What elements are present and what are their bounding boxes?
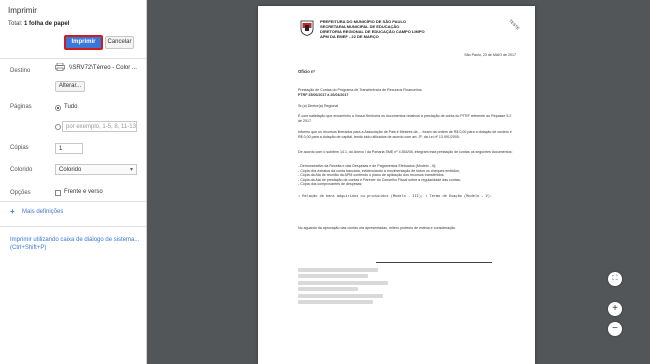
copies-label: Cópias bbox=[10, 145, 29, 151]
redacted-text bbox=[298, 281, 388, 285]
total-label: Total: bbox=[8, 21, 23, 27]
paragraph-2: Informo que os recursos liberados para a… bbox=[298, 130, 512, 139]
print-button[interactable]: Imprimir bbox=[64, 35, 103, 50]
total-value: 1 folha de papel bbox=[24, 21, 70, 27]
options-label: Opções bbox=[10, 190, 31, 196]
pages-all-label: Tudo bbox=[64, 104, 78, 110]
color-select[interactable]: Colorido ▾ bbox=[55, 164, 137, 175]
pages-label: Páginas bbox=[10, 104, 32, 110]
dialog-title: Imprimir bbox=[8, 6, 37, 15]
printer-icon bbox=[55, 63, 65, 71]
paragraph-3: De acordo com o subitem 14.1, do Anexo I… bbox=[298, 150, 513, 154]
plus-icon[interactable]: + bbox=[10, 207, 15, 216]
pages-range-input[interactable]: por exemplo, 1-5, 8, 11-13 bbox=[62, 121, 137, 132]
letter-date: São Paulo, 23 de MAIO de 2017 bbox=[464, 53, 516, 57]
org-line: APM DA EMEF - 22 DE MARÇO bbox=[320, 34, 379, 39]
organization-header: PREFEITURA DO MUNICÍPIO DE SÃO PAULO SEC… bbox=[320, 19, 425, 39]
color-label: Colorido bbox=[10, 167, 33, 173]
change-destination-button[interactable]: Alterar... bbox=[55, 81, 85, 92]
copies-input[interactable]: 1 bbox=[55, 143, 83, 154]
cancel-button[interactable]: Cancelar bbox=[105, 36, 134, 49]
duplex-label: Frente e verso bbox=[64, 189, 103, 195]
signature-line bbox=[376, 262, 492, 263]
destination-label: Destino bbox=[10, 68, 31, 74]
system-dialog-link[interactable]: Imprimir utilizando caixa de diálogo de … bbox=[10, 236, 140, 252]
salutation: Sr.(a) Diretor(a) Regional bbox=[298, 104, 339, 108]
redacted-text bbox=[298, 268, 378, 272]
color-select-value: Colorido bbox=[59, 167, 82, 173]
destination-printer: \\SRV72\Térreo - Color ... bbox=[69, 65, 137, 71]
print-preview-page: PREFEITURA DO MUNICÍPIO DE SÃO PAULO SEC… bbox=[258, 6, 535, 364]
closing-paragraph: No aguardo da aprovação das contas ora a… bbox=[298, 226, 457, 230]
divider bbox=[0, 226, 146, 227]
pages-range-radio[interactable] bbox=[55, 124, 61, 130]
zoom-out-button[interactable]: − bbox=[608, 322, 622, 336]
redacted-text bbox=[298, 300, 373, 304]
fit-to-page-button[interactable]: ⛶ bbox=[608, 272, 622, 286]
duplex-checkbox[interactable] bbox=[55, 190, 61, 196]
chevron-down-icon: ▾ bbox=[129, 167, 133, 173]
zoom-in-button[interactable]: + bbox=[608, 302, 622, 316]
office-number: Ofício nº bbox=[298, 69, 316, 74]
redacted-text bbox=[298, 274, 368, 278]
subject-line-1: Prestação de Contas do Programa de Trans… bbox=[298, 88, 422, 92]
paragraph-4: • Relação de bens adquiridos ou produzid… bbox=[298, 195, 493, 199]
total-summary: Total: 1 folha de papel bbox=[8, 21, 69, 27]
paragraph-1: É com satisfação que encaminho a Vossa S… bbox=[298, 114, 512, 123]
divider bbox=[0, 201, 146, 202]
print-settings-panel: Imprimir Total: 1 folha de papel Imprimi… bbox=[0, 0, 147, 364]
more-settings-link[interactable]: Mais definições bbox=[22, 209, 63, 215]
divider bbox=[0, 58, 146, 59]
list-item: - Cópia dos comprovantes de despesas; bbox=[298, 182, 363, 187]
pages-all-radio[interactable] bbox=[55, 105, 61, 111]
city-coat-of-arms-icon bbox=[300, 20, 314, 36]
watermark-text: TESTE bbox=[508, 18, 521, 31]
redacted-text bbox=[298, 294, 383, 298]
redacted-text bbox=[298, 287, 358, 291]
subject-line-2: PTRF 25/06/2017 à 26/04/2017 bbox=[298, 93, 349, 97]
documents-list: - Demonstrativo da Receita e das Despesa… bbox=[298, 164, 513, 187]
